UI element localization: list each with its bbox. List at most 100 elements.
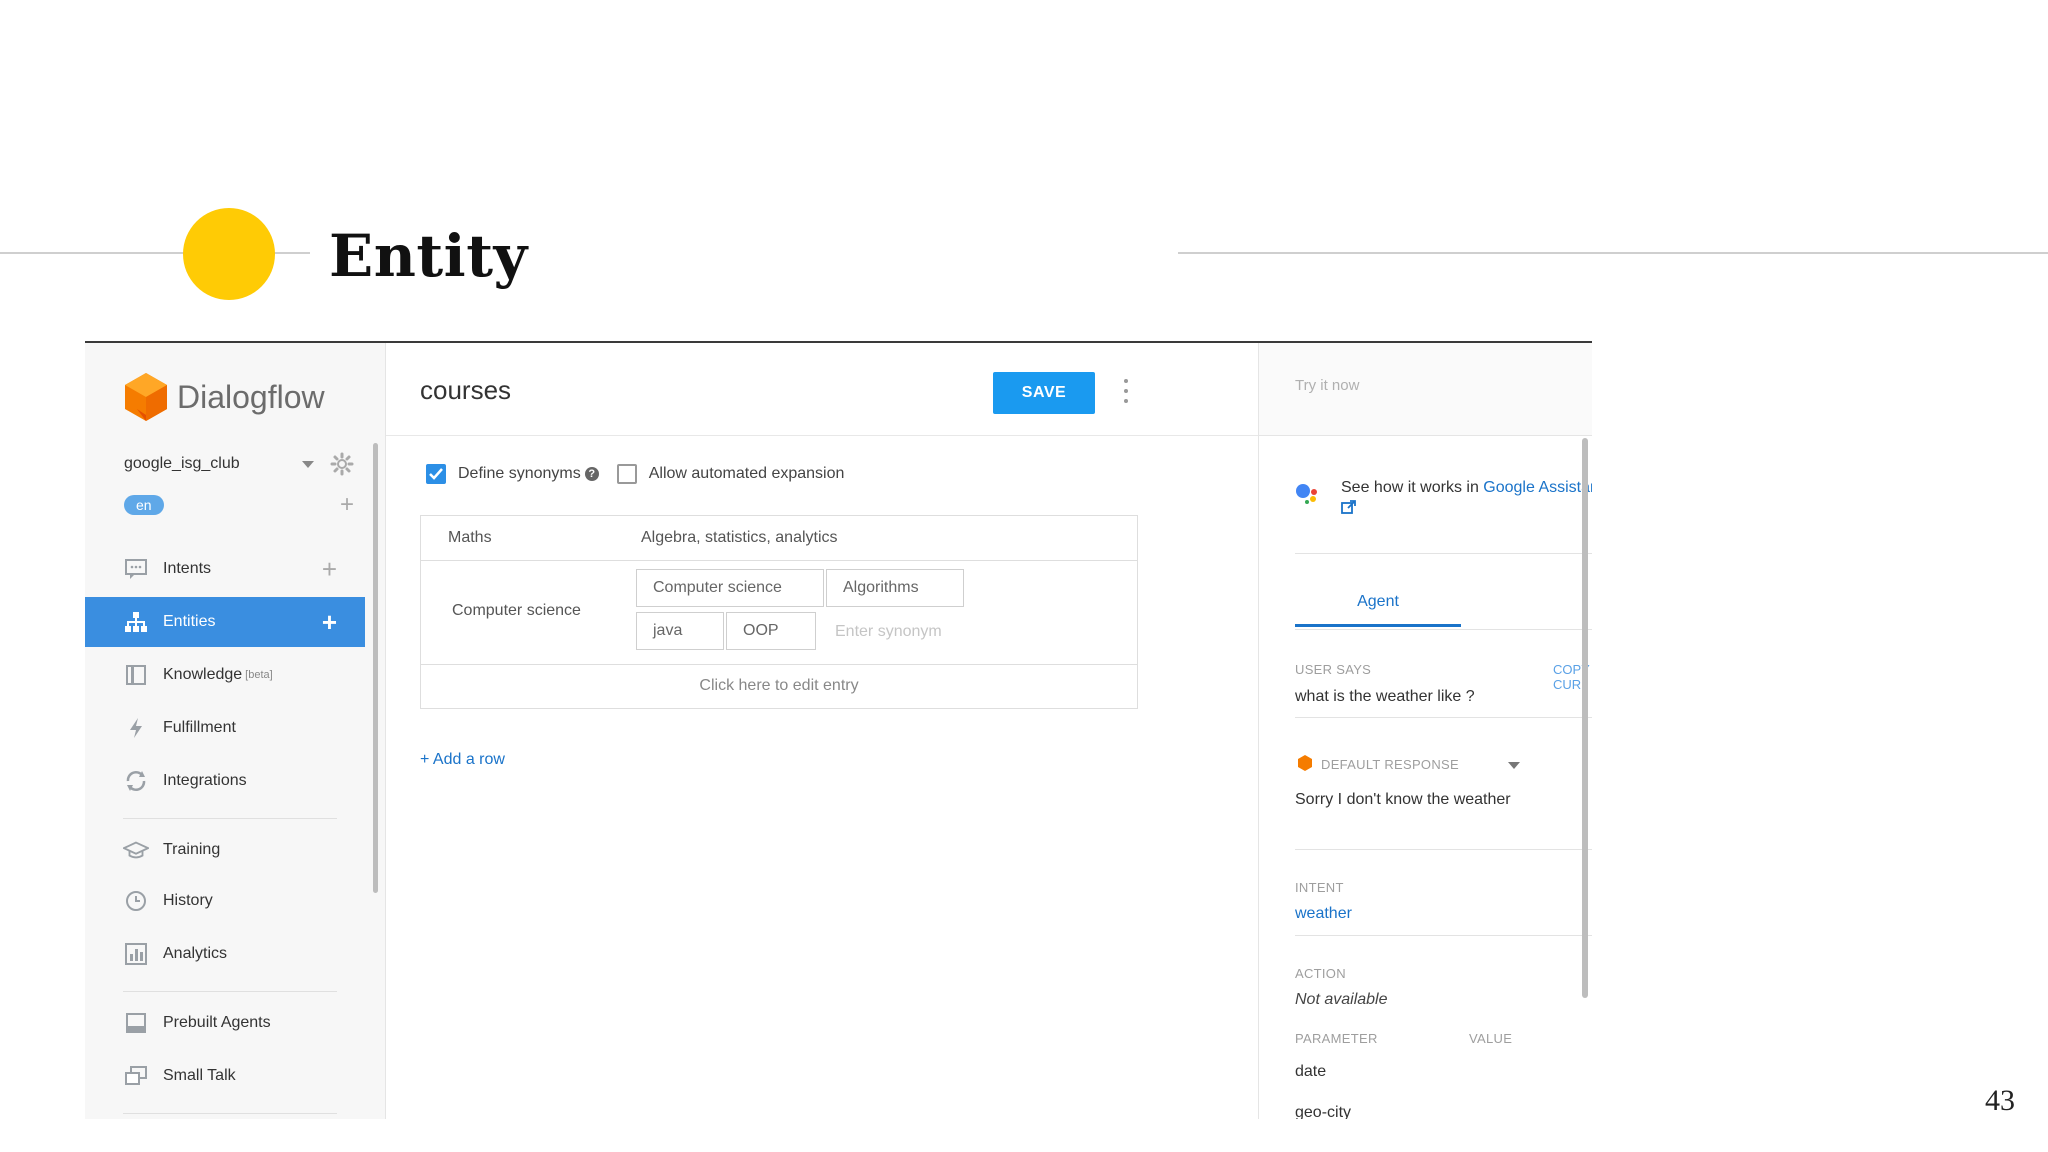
reference-value[interactable]: Computer science <box>452 602 581 620</box>
hierarchy-icon <box>123 609 149 635</box>
dialogflow-logo-icon <box>125 373 167 421</box>
parameter-name: geo-city <box>1295 1104 1352 1119</box>
language-row: en + <box>124 491 354 519</box>
sidebar-item-small-talk[interactable]: Small Talk <box>85 1051 365 1101</box>
panel-separator <box>1295 717 1592 718</box>
sidebar-item-knowledge[interactable]: Knowledge [beta] <box>85 650 365 700</box>
sidebar: Dialogflow google_isg_club en + Intents … <box>85 343 386 1119</box>
checkmark-icon <box>429 468 443 480</box>
action-label: ACTION <box>1295 966 1346 981</box>
sidebar-item-label: History <box>163 892 213 909</box>
more-options-icon[interactable] <box>1122 379 1130 403</box>
beta-badge: [beta] <box>245 669 273 681</box>
brand[interactable]: Dialogflow <box>123 367 325 427</box>
sidebar-item-label: Fulfillment <box>163 719 236 736</box>
table-row[interactable]: Computer science Computer science Algori… <box>421 560 1137 665</box>
parameter-column-header: PARAMETER <box>1295 1031 1378 1046</box>
table-row[interactable]: Maths Algebra, statistics, analytics <box>421 516 1137 561</box>
gear-icon[interactable] <box>330 452 354 476</box>
sidebar-item-label: Small Talk <box>163 1067 236 1084</box>
clock-icon <box>123 888 149 914</box>
add-language-plus-icon[interactable]: + <box>340 491 354 519</box>
sidebar-item-prebuilt-agents[interactable]: Prebuilt Agents <box>85 998 365 1048</box>
panel-scrollbar[interactable] <box>1582 438 1588 998</box>
allow-expansion-checkbox[interactable] <box>616 464 637 484</box>
sidebar-item-analytics[interactable]: Analytics <box>85 929 365 979</box>
sidebar-divider <box>123 991 337 992</box>
synonym-chip[interactable]: Algorithms <box>826 569 964 607</box>
allow-expansion-label: Allow automated expansion <box>648 465 845 482</box>
synonyms-value[interactable]: Algebra, statistics, analytics <box>641 529 838 547</box>
speech-bubbles-icon <box>123 1063 149 1089</box>
chevron-down-icon[interactable] <box>1508 762 1520 769</box>
try-it-bar: Try it now <box>1259 343 1592 436</box>
sync-icon <box>123 768 149 794</box>
synonym-chip[interactable]: OOP <box>726 612 816 650</box>
brand-name: Dialogflow <box>177 378 325 415</box>
help-icon[interactable]: ? <box>584 467 599 481</box>
panel-separator <box>1295 553 1592 554</box>
intent-link[interactable]: weather <box>1295 905 1352 923</box>
sidebar-item-training[interactable]: Training <box>85 825 365 875</box>
parameter-name: date <box>1295 1063 1327 1080</box>
edit-entry-row[interactable]: Click here to edit entry <box>421 664 1137 708</box>
panel-separator <box>1295 935 1592 936</box>
default-response-label: DEFAULT RESPONSE <box>1321 757 1459 772</box>
sidebar-item-entities[interactable]: Entities + <box>85 597 365 647</box>
user-says-label: USER SAYS <box>1295 662 1372 677</box>
tab-agent[interactable]: Agent <box>1295 579 1461 627</box>
dialogflow-window: Dialogflow google_isg_club en + Intents … <box>85 341 1592 1119</box>
sidebar-item-integrations[interactable]: Integrations <box>85 756 365 806</box>
entity-header: courses SAVE <box>386 343 1258 436</box>
action-value: Not available <box>1295 991 1388 1008</box>
title-bullet-dot <box>183 208 275 300</box>
add-entity-plus-icon[interactable]: + <box>322 609 337 635</box>
entity-options: Define synonyms ? Allow automated expans… <box>426 461 844 487</box>
panel-separator <box>1295 629 1592 630</box>
chevron-down-icon <box>302 460 314 468</box>
language-pill[interactable]: en <box>124 495 164 515</box>
value-column-header: VALUE <box>1469 1031 1513 1046</box>
slide-divider-right <box>1178 252 2048 254</box>
define-synonyms-label: Define synonyms <box>458 465 581 482</box>
slide-title: Entity <box>329 222 528 290</box>
sidebar-item-label: Analytics <box>163 945 228 962</box>
try-it-input[interactable]: Try it now <box>1295 377 1359 394</box>
entity-editor: courses SAVE Define synonyms ? Allow aut… <box>386 343 1259 1119</box>
enter-synonym-input[interactable]: Enter synonym <box>835 623 942 641</box>
define-synonyms-checkbox[interactable] <box>426 464 446 484</box>
test-console: Try it now See how it works in Google As… <box>1259 343 1592 1119</box>
user-says-value: what is the weather like ? <box>1295 688 1475 705</box>
entity-name-field[interactable]: courses <box>420 375 511 406</box>
ga-text: See how it works in Google Assistant. <box>1341 477 1592 522</box>
add-row-link[interactable]: + Add a row <box>420 751 505 769</box>
google-assistant-link[interactable]: Google Assistant. <box>1483 479 1592 496</box>
sidebar-item-history[interactable]: History <box>85 876 365 926</box>
sidebar-item-intents[interactable]: Intents + <box>85 544 365 594</box>
panel-separator <box>1295 849 1592 850</box>
book-icon <box>123 662 149 688</box>
synonym-chip[interactable]: Computer science <box>636 569 824 607</box>
sidebar-scrollbar[interactable] <box>373 443 378 893</box>
save-button[interactable]: SAVE <box>993 372 1095 414</box>
agent-name: google_isg_club <box>124 455 240 472</box>
external-link-icon[interactable] <box>1341 499 1357 515</box>
reference-value[interactable]: Maths <box>448 529 492 547</box>
agent-selector[interactable]: google_isg_club <box>124 449 354 479</box>
google-assistant-icon <box>1296 484 1317 504</box>
sidebar-item-label: Knowledge <box>163 666 243 683</box>
intent-label: INTENT <box>1295 880 1344 895</box>
add-intent-plus-icon[interactable]: + <box>322 556 337 582</box>
bar-chart-icon <box>123 941 149 967</box>
ga-text-label: See how it works in <box>1341 479 1484 496</box>
entity-entries-table: Maths Algebra, statistics, analytics Com… <box>420 515 1138 709</box>
slide-page-number: 43 <box>1985 1084 2015 1117</box>
default-response-icon <box>1298 755 1312 771</box>
sidebar-item-fulfillment[interactable]: Fulfillment <box>85 703 365 753</box>
sidebar-item-label: Entities <box>163 613 216 630</box>
synonym-chip[interactable]: java <box>636 612 724 650</box>
chat-icon <box>123 556 149 582</box>
default-response-value: Sorry I don't know the weather <box>1295 791 1511 808</box>
graduation-cap-icon <box>123 837 149 863</box>
sidebar-divider <box>123 1113 337 1114</box>
